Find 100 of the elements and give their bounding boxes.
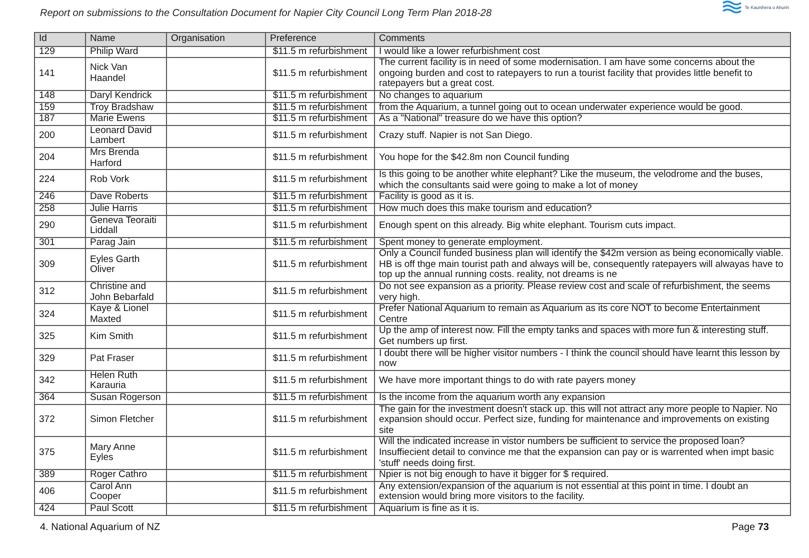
- table-cell: $11.5 m refurbishment: [266, 304, 374, 326]
- footer-section: 4. National Aquarium of NZ: [40, 522, 160, 533]
- table-cell: Philip Ward: [86, 46, 166, 58]
- table-cell: Nick Van Haandel: [86, 58, 166, 90]
- table-cell: $11.5 m refurbishment: [266, 203, 374, 215]
- table-cell: 301: [34, 237, 86, 249]
- table-cell: Prefer National Aquarium to remain as Aquarium as its core NOT to become Entertainment Centre: [374, 304, 790, 326]
- table-cell: $11.5 m refurbishment: [266, 503, 374, 516]
- table-cell: $11.5 m refurbishment: [266, 470, 374, 482]
- table-cell: 312: [34, 282, 86, 304]
- table-cell: Spent money to generate employment.: [374, 237, 790, 249]
- table-cell: $11.5 m refurbishment: [266, 215, 374, 238]
- table-cell: Is the income from the aquarium worth any expansion: [374, 392, 790, 404]
- table-cell: $11.5 m refurbishment: [266, 46, 374, 58]
- table-cell: Christine and John Bebarfald: [86, 282, 166, 304]
- table-cell: Mrs Brenda Harford: [86, 147, 166, 170]
- table-cell: We have more important things to do with rate payers money: [374, 370, 790, 392]
- table-cell: As a "National" treasure do we have this option?: [374, 114, 790, 126]
- table-cell: $11.5 m refurbishment: [266, 90, 374, 102]
- table-cell: 406: [34, 481, 86, 504]
- table-cell: You hope for the $42.8m non Council funding: [374, 147, 790, 170]
- table-cell: $11.5 m refurbishment: [266, 125, 374, 148]
- table-cell: Carol Ann Cooper: [86, 481, 166, 504]
- table-cell: Crazy stuff. Napier is not San Diego.: [374, 125, 790, 148]
- table-cell: 375: [34, 436, 86, 470]
- table-cell: Paul Scott: [86, 503, 166, 516]
- table-cell: $11.5 m refurbishment: [266, 392, 374, 404]
- table-cell: $11.5 m refurbishment: [266, 102, 374, 114]
- table-cell: $11.5 m refurbishment: [266, 436, 374, 470]
- table-cell: Will the indicated increase in vistor numbers be sufficient to service the proposed loan? Insuffiecient detail to convince me that the expansion can pay or is warrented when impt basic 'stuff' needs doing first.: [374, 436, 790, 470]
- column-header: Id: [34, 32, 86, 46]
- table-cell: 324: [34, 304, 86, 326]
- waves-logo-icon: [722, 0, 742, 14]
- table-cell: Marie Ewens: [86, 114, 166, 126]
- table-cell: $11.5 m refurbishment: [266, 248, 374, 282]
- table-cell: 389: [34, 470, 86, 482]
- table-cell: 290: [34, 215, 86, 238]
- table-cell: 309: [34, 248, 86, 282]
- table-cell: I doubt there will be higher visitor numbers - I think the council should have learnt this lesson by now: [374, 348, 790, 370]
- table-cell: Roger Cathro: [86, 470, 166, 482]
- table-cell: Only a Council funded business plan will identify the $42m version as being economically viable. HB is off thge main tourist path and always will be, consequently ratepayers will alwayas have to top up the annual running costs. reality, not dreams is ne: [374, 248, 790, 282]
- table-cell: $11.5 m refurbishment: [266, 170, 374, 192]
- table-cell: Helen Ruth Karauria: [86, 370, 166, 392]
- table-cell: The current facility is in need of some modernisation. I am have some concerns about the ongoing burden and cost to ratepayers to run a tourist facility that provides little benefit to ratepayers but a great cost.: [374, 58, 790, 90]
- table-cell: Pat Fraser: [86, 348, 166, 370]
- table-cell: Mary Anne Eyles: [86, 436, 166, 470]
- table-cell: $11.5 m refurbishment: [266, 481, 374, 504]
- table-cell: $11.5 m refurbishment: [266, 114, 374, 126]
- table-cell: 342: [34, 370, 86, 392]
- table-cell: Susan Rogerson: [86, 392, 166, 404]
- table-cell: 200: [34, 125, 86, 148]
- table-cell: How much does this make tourism and education?: [374, 203, 790, 215]
- table-cell: Facility is good as it is.: [374, 192, 790, 204]
- table-cell: 129: [34, 46, 86, 58]
- table-cell: Geneva Teoraiti Liddall: [86, 215, 166, 238]
- table-cell: $11.5 m refurbishment: [266, 58, 374, 90]
- table-cell: 224: [34, 170, 86, 192]
- table-cell: $11.5 m refurbishment: [266, 147, 374, 170]
- table-cell: 372: [34, 404, 86, 437]
- table-cell: Simon Fletcher: [86, 404, 166, 437]
- table-cell: 204: [34, 147, 86, 170]
- table-cell: Rob Vork: [86, 170, 166, 192]
- table-cell: Parag Jain: [86, 237, 166, 249]
- table-cell: from the Aquarium, a tunnel going out to ocean underwater experience would be good.: [374, 102, 790, 114]
- table-cell: Kaye & Lionel Maxted: [86, 304, 166, 326]
- table-cell: 159: [34, 102, 86, 114]
- table-cell: Aquarium is fine as it is.: [374, 503, 790, 516]
- table-cell: $11.5 m refurbishment: [266, 282, 374, 304]
- table-cell: The gain for the investment doesn't stack up. this will not attract any more people to Napier. No expansion should occur. Perfect size, funding for maintenance and improvements on existing site: [374, 404, 790, 437]
- table-cell: $11.5 m refurbishment: [266, 370, 374, 392]
- table-cell: $11.5 m refurbishment: [266, 192, 374, 204]
- table-cell: 329: [34, 348, 86, 370]
- table-cell: Troy Bradshaw: [86, 102, 166, 114]
- table-cell: 141: [34, 58, 86, 90]
- table-cell: Up the amp of interest now. Fill the empty tanks and spaces with more fun & interesting stuff. Get numbers up first.: [374, 326, 790, 348]
- table-cell: Dave Roberts: [86, 192, 166, 204]
- table-cell: 187: [34, 114, 86, 126]
- table-cell: I would like a lower refurbishment cost: [374, 46, 790, 58]
- table-cell: Eyles Garth Oliver: [86, 248, 166, 282]
- table-cell: 364: [34, 392, 86, 404]
- table-cell: Daryl Kendrick: [86, 90, 166, 102]
- table-cell: Do not see expansion as a priority. Please review cost and scale of refurbishment, the seems very high.: [374, 282, 790, 304]
- table-cell: 424: [34, 503, 86, 516]
- column-header: Organisation: [166, 32, 266, 46]
- table-cell: 148: [34, 90, 86, 102]
- table-cell: Any extension/expansion of the aquarium is not essential at this point in time. I doubt an extension would bring more visitors to the facility.: [374, 481, 790, 504]
- table-cell: Is this going to be another white elephant? Like the museum, the velodrome and the buses, which the consultants said were going to make a lot of money: [374, 170, 790, 192]
- table-cell: 246: [34, 192, 86, 204]
- table-cell: Leonard David Lambert: [86, 125, 166, 148]
- table-cell: Enough spent on this already. Big white elephant. Tourism cuts impact.: [374, 215, 790, 238]
- table-cell: 258: [34, 203, 86, 215]
- table-cell: Kim Smith: [86, 326, 166, 348]
- table-cell: 325: [34, 326, 86, 348]
- column-header: Name: [86, 32, 166, 46]
- table-cell: Julie Harris: [86, 203, 166, 215]
- table-cell: Npier is not big enough to have it bigger for $ required.: [374, 470, 790, 482]
- table-cell: $11.5 m refurbishment: [266, 326, 374, 348]
- column-header: Comments: [374, 32, 790, 46]
- page-number: Page 73: [732, 522, 769, 533]
- table-cell: $11.5 m refurbishment: [266, 348, 374, 370]
